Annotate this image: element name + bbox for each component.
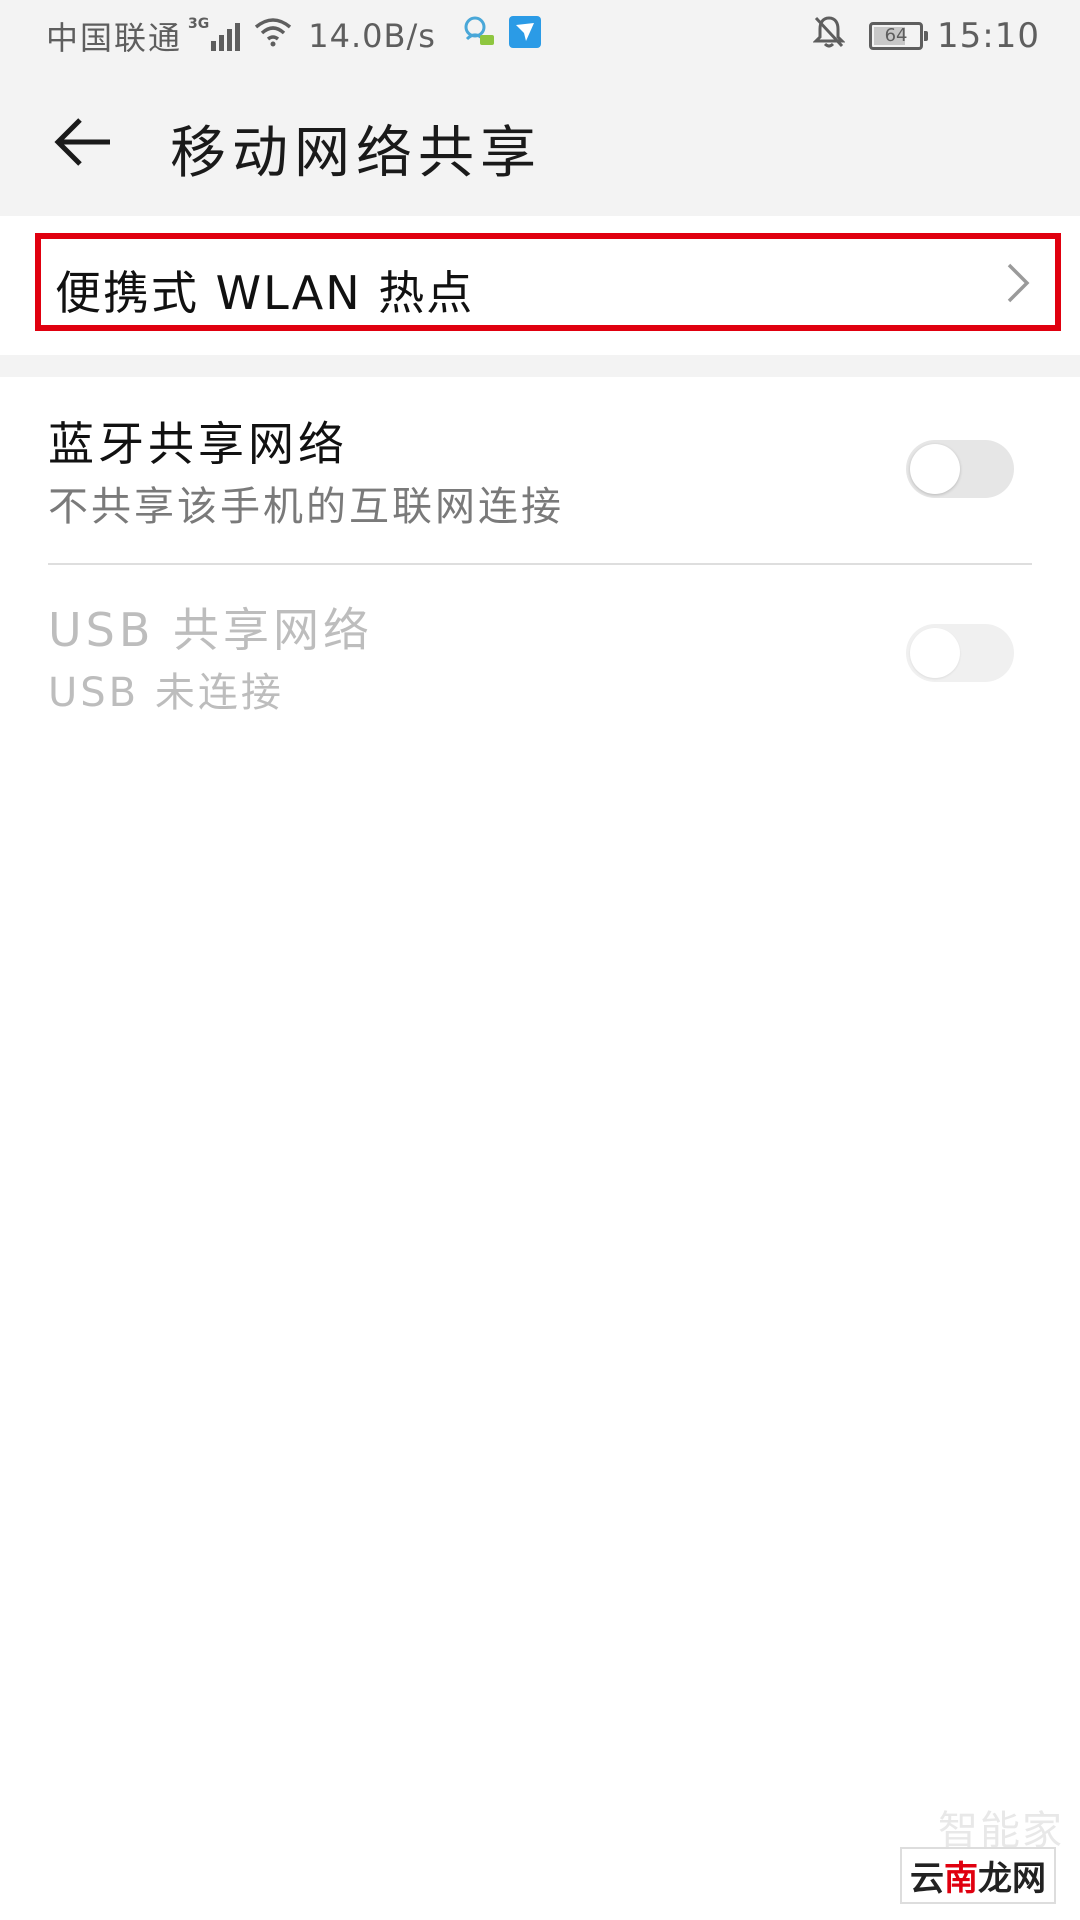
status-left: 中国联通 3G 14.0B/s <box>46 14 542 58</box>
back-button[interactable] <box>44 102 124 182</box>
watermark-badge-part2: 南 <box>944 1859 978 1899</box>
status-right: 64 15:10 <box>812 14 1040 58</box>
divider <box>48 563 1032 565</box>
battery-level: 64 <box>884 25 908 46</box>
wlan-hotspot-label: 便携式 WLAN 热点 <box>55 266 475 320</box>
wifi-icon <box>254 17 292 55</box>
status-bar: 中国联通 3G 14.0B/s 64 15:10 <box>0 0 1080 72</box>
network-type: 3G <box>188 16 210 32</box>
clock: 15:10 <box>937 16 1040 56</box>
signal-icon <box>211 21 241 51</box>
wlan-hotspot-item[interactable]: 便携式 WLAN 热点 <box>35 233 1061 331</box>
watermark-badge-part1: 云 <box>910 1859 944 1899</box>
back-arrow-icon <box>54 118 110 166</box>
usb-tethering-title: USB 共享网络 <box>48 603 374 657</box>
carrier-name: 中国联通 <box>46 19 183 57</box>
usb-tethering-subtitle: USB 未连接 <box>48 670 284 716</box>
bluetooth-tethering-item[interactable]: 蓝牙共享网络 不共享该手机的互联网连接 <box>48 408 1032 538</box>
chevron-right-icon <box>1007 263 1030 303</box>
usb-tethering-item: USB 共享网络 USB 未连接 <box>48 594 1032 724</box>
net-speed: 14.0B/s <box>308 17 436 55</box>
bluetooth-tethering-title: 蓝牙共享网络 <box>48 417 348 471</box>
bluetooth-tethering-toggle[interactable] <box>906 440 1014 498</box>
usb-tethering-toggle <box>906 624 1014 682</box>
watermark-badge: 云南龙网 <box>900 1847 1056 1904</box>
battery-icon: 64 <box>869 22 929 50</box>
page-title: 移动网络共享 <box>170 121 542 186</box>
qq-notification-icon <box>462 15 496 57</box>
toggle-knob <box>910 444 960 494</box>
mute-icon <box>812 15 846 57</box>
app-notification-icon <box>508 15 542 57</box>
bluetooth-tethering-subtitle: 不共享该手机的互联网连接 <box>48 484 564 530</box>
watermark-badge-part3: 龙网 <box>978 1859 1046 1899</box>
toggle-knob <box>910 628 960 678</box>
section-separator <box>0 355 1080 377</box>
app-bar: 移动网络共享 <box>0 72 1080 216</box>
